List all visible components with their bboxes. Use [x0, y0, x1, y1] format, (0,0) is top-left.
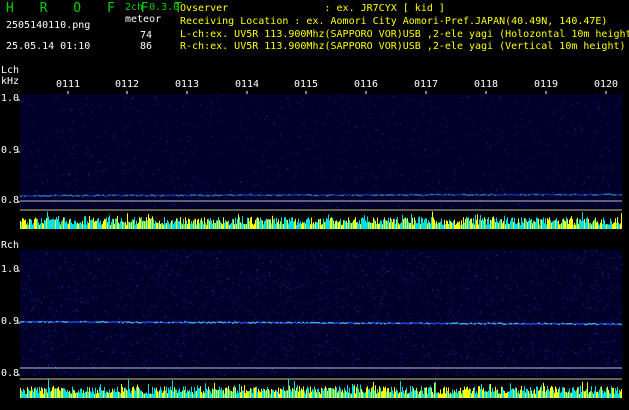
spectrogram-display [17, 91, 623, 398]
rch-level-meter [20, 378, 622, 398]
lch-spectrogram [20, 94, 622, 208]
lch-level-meter [20, 209, 622, 229]
